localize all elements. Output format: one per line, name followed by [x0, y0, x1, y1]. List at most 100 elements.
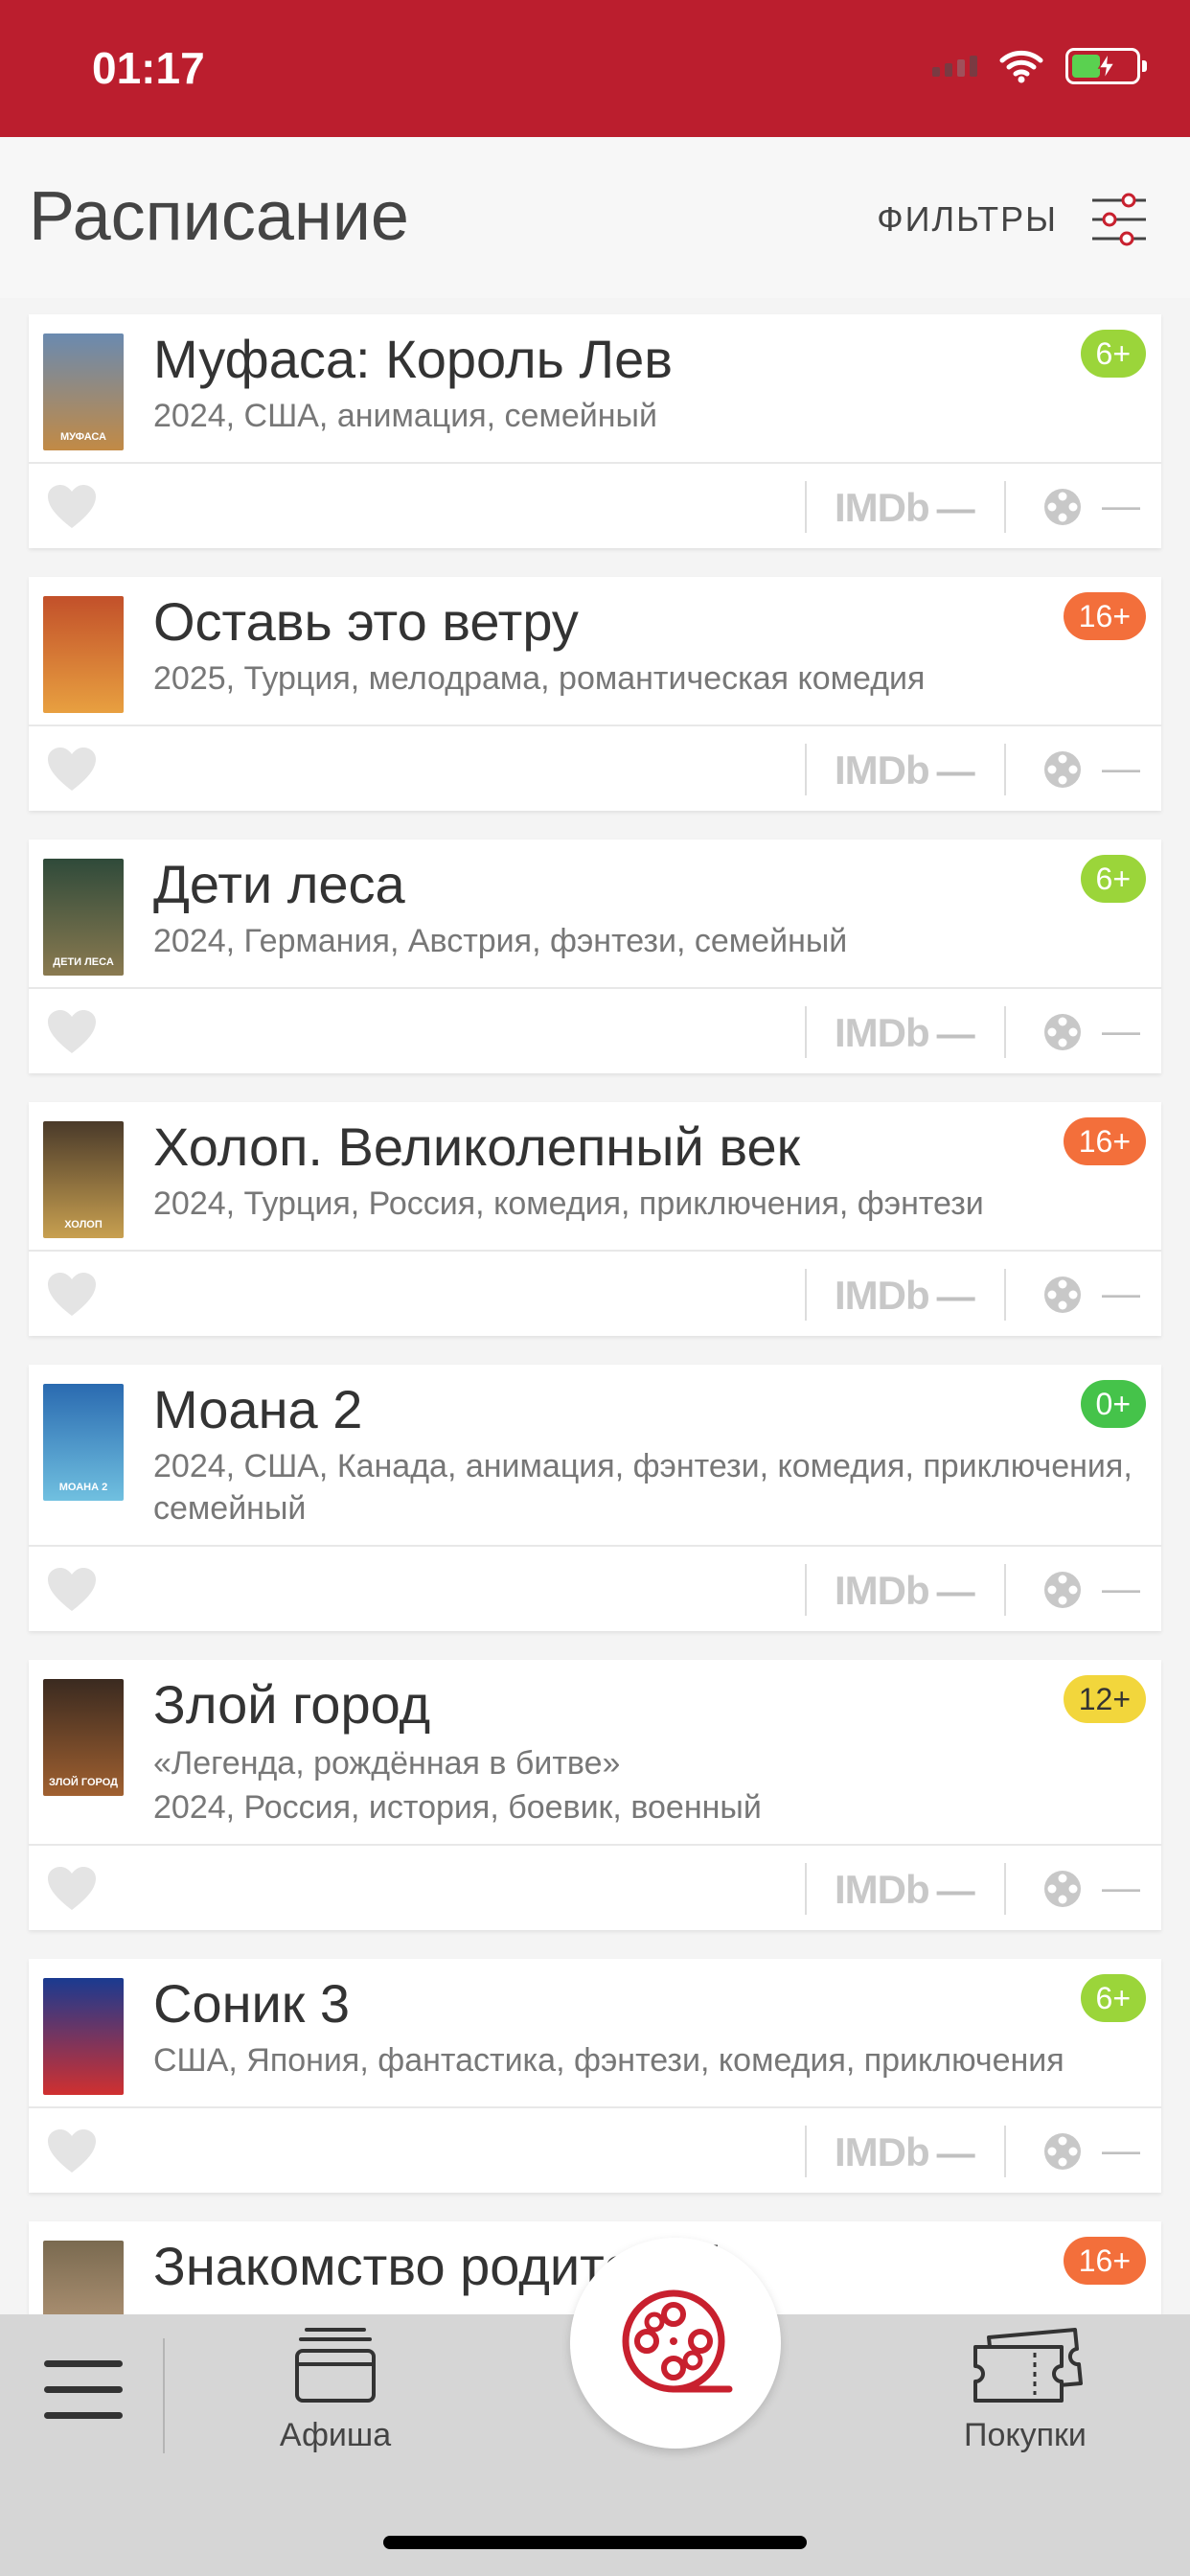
imdb-value: — [936, 1013, 975, 1055]
imdb-logo: IMDb [835, 2129, 930, 2174]
favorite-heart-icon[interactable] [46, 1566, 98, 1614]
movie-card-info[interactable]: МОАНА 2 Моана 2 2024, США, Канада, анима… [29, 1365, 1161, 1547]
imdb-value: — [936, 1571, 975, 1613]
kinopoisk-rating: — [1042, 1568, 1140, 1611]
movie-card-actions: IMDb — — [29, 1252, 1161, 1336]
age-rating-badge: 16+ [1063, 2237, 1146, 2285]
kinopoisk-rating: — [1042, 485, 1140, 528]
movie-title: Моана 2 [153, 1379, 363, 1439]
movie-meta: 2024, Турция, Россия, комедия, приключен… [153, 1185, 984, 1222]
movie-poster [43, 596, 124, 713]
favorite-heart-icon[interactable] [46, 483, 98, 531]
movie-poster: ХОЛОП [43, 1121, 124, 1238]
divider [805, 1006, 807, 1058]
filters-icon [1092, 193, 1146, 246]
imdb-logo: IMDb [835, 1273, 930, 1318]
divider [1004, 2126, 1006, 2177]
movie-poster: МОАНА 2 [43, 1384, 124, 1501]
divider [805, 1863, 807, 1915]
age-rating-badge: 16+ [1063, 592, 1146, 640]
movie-card[interactable]: Оставь это ветру 2025, Турция, мелодрама… [29, 577, 1161, 811]
film-reel-icon [1044, 488, 1081, 525]
status-icons [932, 48, 1147, 84]
imdb-value: — [936, 1276, 975, 1318]
divider [1004, 481, 1006, 533]
movie-card-actions: IMDb — — [29, 726, 1161, 811]
divider [805, 1269, 807, 1321]
tab-afisha[interactable]: Афиша [259, 2324, 412, 2454]
kinopoisk-rating: — [1042, 748, 1140, 791]
imdb-logo: IMDb [835, 748, 930, 793]
movie-meta: 2024, США, Канада, анимация, фэнтези, ко… [153, 1448, 1133, 1527]
movie-card[interactable]: Соник 3 США, Япония, фантастика, фэнтези… [29, 1959, 1161, 2193]
movie-card[interactable]: ДЕТИ ЛЕСА Дети леса 2024, Германия, Авст… [29, 840, 1161, 1073]
movie-card-info[interactable]: Оставь это ветру 2025, Турция, мелодрама… [29, 577, 1161, 726]
imdb-value: — [936, 1870, 975, 1912]
archive-box-icon [295, 2328, 376, 2403]
tab-afisha-label: Афиша [279, 2417, 392, 2453]
film-reel-icon [1044, 1276, 1081, 1313]
age-rating-badge: 6+ [1080, 1974, 1146, 2022]
header: Расписание ФИЛЬТРЫ [0, 137, 1190, 298]
imdb-logo: IMDb [835, 1010, 930, 1055]
movie-card-info[interactable]: ЗЛОЙ ГОРОД Злой город «Легенда, рождённа… [29, 1660, 1161, 1846]
age-rating-badge: 0+ [1080, 1380, 1146, 1428]
movie-card-actions: IMDb — — [29, 1547, 1161, 1631]
film-reel-icon [622, 2289, 733, 2393]
imdb-rating: IMDb — [835, 2129, 975, 2175]
movie-card[interactable]: ЗЛОЙ ГОРОД Злой город «Легенда, рождённа… [29, 1660, 1161, 1930]
imdb-rating: IMDb — [835, 1010, 975, 1056]
kinopoisk-rating: — [1042, 2129, 1140, 2173]
kinopoisk-value: — [1102, 748, 1140, 790]
tab-purchases-label: Покупки [964, 2417, 1087, 2453]
kinopoisk-rating: — [1042, 1010, 1140, 1053]
tickets-icon [973, 2328, 1083, 2403]
movie-card-info[interactable]: ХОЛОП Холоп. Великолепный век 2024, Турц… [29, 1102, 1161, 1252]
movie-meta: 2025, Турция, мелодрама, романтическая к… [153, 660, 926, 697]
movie-card-actions: IMDb — — [29, 464, 1161, 548]
age-rating-badge: 6+ [1080, 855, 1146, 903]
divider [1004, 1564, 1006, 1616]
imdb-rating: IMDb — [835, 485, 975, 531]
tab-purchases[interactable]: Покупки [939, 2324, 1111, 2454]
imdb-value: — [936, 750, 975, 793]
movie-poster: МУФАСА [43, 334, 124, 450]
movie-card-info[interactable]: МУФАСА Муфаса: Король Лев 2024, США, ани… [29, 314, 1161, 464]
filters-button[interactable]: ФИЛЬТРЫ [877, 193, 1148, 246]
favorite-heart-icon[interactable] [46, 2128, 98, 2175]
movie-card-actions: IMDb — — [29, 989, 1161, 1073]
cellular-signal-icon [932, 56, 977, 77]
imdb-rating: IMDb — [835, 748, 975, 794]
kinopoisk-value: — [1102, 1273, 1140, 1315]
movie-title: Злой город [153, 1674, 431, 1735]
movie-card-info[interactable]: Соник 3 США, Япония, фантастика, фэнтези… [29, 1959, 1161, 2108]
imdb-value: — [936, 2132, 975, 2174]
movie-list: МУФАСА Муфаса: Король Лев 2024, США, ани… [29, 314, 1161, 2400]
divider [1004, 1863, 1006, 1915]
age-rating-badge: 16+ [1063, 1117, 1146, 1165]
divider [1004, 1006, 1006, 1058]
center-film-reel-button[interactable] [570, 2238, 781, 2449]
movie-card[interactable]: МУФАСА Муфаса: Король Лев 2024, США, ани… [29, 314, 1161, 548]
movie-poster: ЗЛОЙ ГОРОД [43, 1679, 124, 1796]
movie-card-actions: IMDb — — [29, 2108, 1161, 2193]
imdb-logo: IMDb [835, 485, 930, 530]
movie-tagline: «Легенда, рождённая в битве» [153, 1745, 621, 1782]
favorite-heart-icon[interactable] [46, 1865, 98, 1913]
film-reel-icon [1044, 750, 1081, 788]
movie-title: Оставь это ветру [153, 591, 579, 652]
film-reel-icon [1044, 2132, 1081, 2170]
imdb-rating: IMDb — [835, 1867, 975, 1913]
home-indicator [383, 2536, 807, 2549]
divider [163, 2338, 165, 2453]
filters-label: ФИЛЬТРЫ [877, 199, 1058, 239]
favorite-heart-icon[interactable] [46, 746, 98, 794]
wifi-icon [999, 50, 1043, 83]
status-time: 01:17 [92, 43, 205, 93]
favorite-heart-icon[interactable] [46, 1271, 98, 1319]
favorite-heart-icon[interactable] [46, 1008, 98, 1056]
movie-card-info[interactable]: ДЕТИ ЛЕСА Дети леса 2024, Германия, Авст… [29, 840, 1161, 989]
hamburger-menu-icon[interactable] [44, 2360, 123, 2427]
movie-card[interactable]: ХОЛОП Холоп. Великолепный век 2024, Турц… [29, 1102, 1161, 1336]
movie-card[interactable]: МОАНА 2 Моана 2 2024, США, Канада, анима… [29, 1365, 1161, 1631]
